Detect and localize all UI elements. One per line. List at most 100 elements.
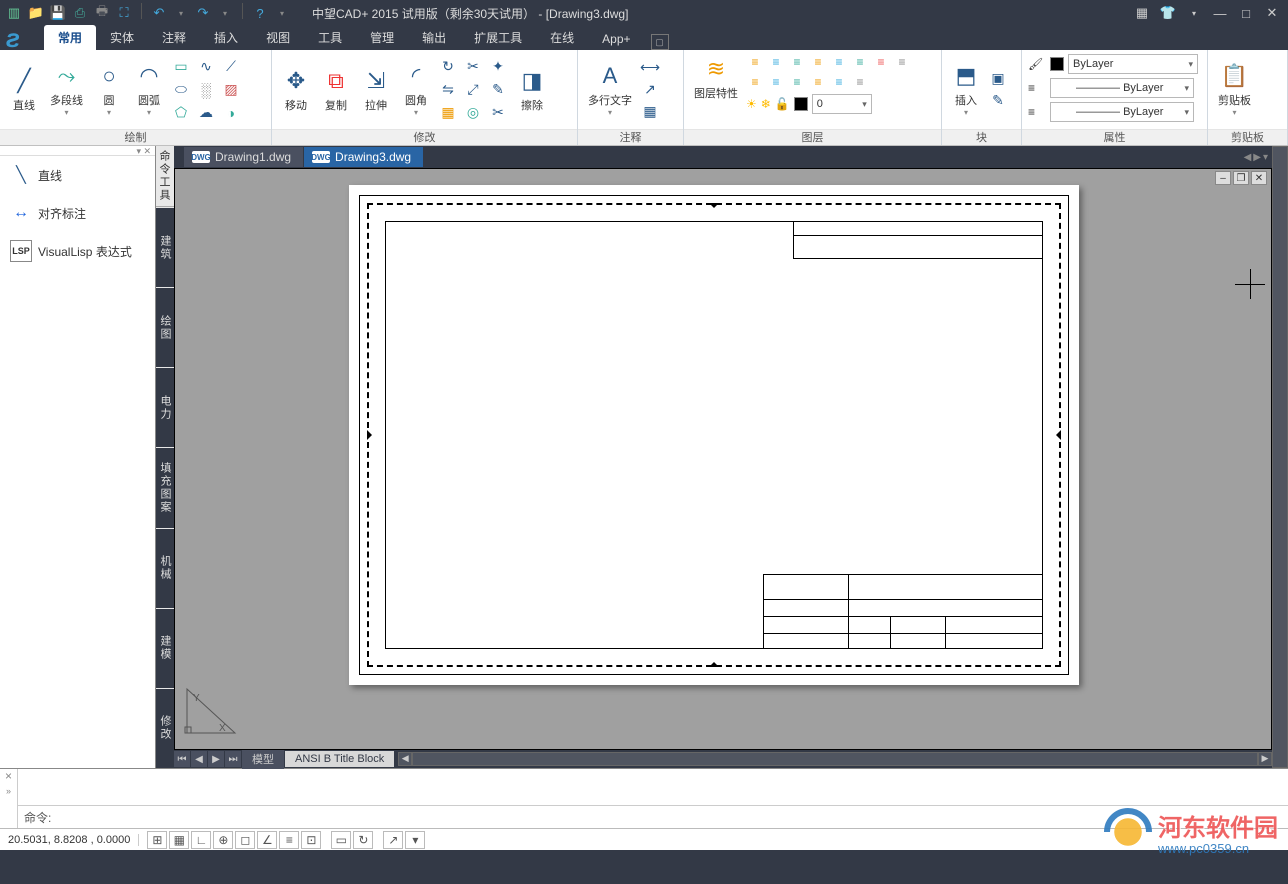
- snap-icon[interactable]: ⊞: [147, 831, 167, 849]
- rotate-icon[interactable]: ↻: [438, 57, 458, 77]
- command-prompt[interactable]: 命令:: [18, 806, 1288, 828]
- minimize-icon[interactable]: —: [1208, 3, 1232, 23]
- theme-icon[interactable]: 👕: [1156, 3, 1180, 23]
- tab-manage[interactable]: 管理: [356, 25, 408, 50]
- open-icon[interactable]: 📁: [26, 3, 46, 23]
- line-button[interactable]: ╱直线: [6, 65, 42, 115]
- hscrollbar[interactable]: [412, 752, 1258, 766]
- fillet-button[interactable]: ◜圆角▾: [398, 60, 434, 119]
- hatch-icon[interactable]: ▨: [221, 80, 241, 100]
- saveall-icon[interactable]: ⎙: [70, 3, 90, 23]
- maximize-icon[interactable]: □: [1234, 3, 1258, 23]
- table-icon[interactable]: ▦: [640, 102, 660, 122]
- undo-drop-icon[interactable]: ▾: [171, 3, 191, 23]
- pane-close-icon[interactable]: ▾ ✕: [136, 146, 151, 155]
- osnap-icon[interactable]: ◻: [235, 831, 255, 849]
- tool-palette-header[interactable]: 命令工具: [156, 146, 174, 207]
- trim-icon[interactable]: ✂: [463, 57, 483, 77]
- otrack-icon[interactable]: ∠: [257, 831, 277, 849]
- theme-drop-icon[interactable]: ▾: [1182, 3, 1206, 23]
- help-drop-icon[interactable]: ▾: [272, 3, 292, 23]
- lweight-select[interactable]: ———— ByLayer▾: [1050, 102, 1194, 122]
- copy-button[interactable]: ⧉复制: [318, 65, 354, 115]
- l2-icon[interactable]: ≡: [767, 53, 785, 71]
- lock-icon[interactable]: 🔓: [775, 97, 790, 111]
- l9-icon[interactable]: ≡: [746, 73, 764, 91]
- tg-mech[interactable]: 机械: [156, 529, 174, 608]
- layerprops-button[interactable]: ≋图层特性: [690, 53, 742, 103]
- tab-online[interactable]: 在线: [536, 25, 588, 50]
- help-icon[interactable]: ?: [250, 3, 270, 23]
- offset-icon[interactable]: ◎: [463, 103, 483, 123]
- tabnav-left-icon[interactable]: ◀: [1244, 152, 1252, 163]
- cmd-close-icon[interactable]: ×»: [0, 769, 18, 828]
- tabnav-right-icon[interactable]: ▶: [1253, 152, 1261, 163]
- layout-model[interactable]: 模型: [242, 749, 284, 769]
- tab-insert[interactable]: 插入: [200, 25, 252, 50]
- redo-icon[interactable]: ↷: [193, 3, 213, 23]
- l13-icon[interactable]: ≡: [830, 73, 848, 91]
- circle-button[interactable]: ○圆▾: [91, 60, 127, 119]
- dim-icon[interactable]: ⟷: [640, 58, 660, 78]
- tab-solid[interactable]: 实体: [96, 25, 148, 50]
- mdi-min-icon[interactable]: –: [1215, 171, 1231, 185]
- left-line-item[interactable]: ╲直线: [0, 156, 155, 194]
- tg-arch[interactable]: 建筑: [156, 208, 174, 287]
- tab-output[interactable]: 输出: [408, 25, 460, 50]
- revcloud-icon[interactable]: ☁: [196, 103, 216, 123]
- l4-icon[interactable]: ≡: [809, 53, 827, 71]
- break-icon[interactable]: ✂: [488, 103, 508, 123]
- tg-hatch[interactable]: 填充图案: [156, 448, 174, 527]
- freeze-icon[interactable]: ❄: [761, 97, 771, 111]
- rect-icon[interactable]: ▭: [171, 57, 191, 77]
- tg-draw[interactable]: 绘图: [156, 288, 174, 367]
- point-icon[interactable]: ░: [196, 80, 216, 100]
- save-icon[interactable]: 💾: [48, 3, 68, 23]
- ltype-select[interactable]: ———— ByLayer▾: [1050, 78, 1194, 98]
- cycle-icon[interactable]: ↻: [353, 831, 373, 849]
- tg-elec[interactable]: 电力: [156, 368, 174, 447]
- viewport[interactable]: – ❐ ✕ YX: [174, 168, 1272, 750]
- mdi-restore-icon[interactable]: ❐: [1233, 171, 1249, 185]
- doctab-2[interactable]: DWGDrawing3.dwg: [304, 147, 423, 167]
- l7-icon[interactable]: ≡: [872, 53, 890, 71]
- array-icon[interactable]: ▦: [438, 103, 458, 123]
- polar-icon[interactable]: ⊕: [213, 831, 233, 849]
- ribbon-collapse-icon[interactable]: ▢: [651, 34, 669, 50]
- command-history[interactable]: [18, 769, 1288, 806]
- vscrollbar[interactable]: [1272, 146, 1288, 768]
- l12-icon[interactable]: ≡: [809, 73, 827, 91]
- workspace-icon[interactable]: ▦: [1130, 3, 1154, 23]
- grid-icon[interactable]: ▦: [169, 831, 189, 849]
- tab-app[interactable]: App+: [588, 28, 644, 50]
- plot-icon[interactable]: ⛶: [114, 3, 134, 23]
- lt-prev-icon[interactable]: ◀: [191, 751, 207, 767]
- hscroll-right-icon[interactable]: ▶: [1258, 752, 1272, 766]
- ortho-icon[interactable]: ∟: [191, 831, 211, 849]
- stretch-button[interactable]: ⇲拉伸: [358, 65, 394, 115]
- doctab-1[interactable]: DWGDrawing1.dwg: [184, 147, 303, 167]
- xline-icon[interactable]: ⟋: [221, 57, 241, 77]
- create-block-icon[interactable]: ▣: [988, 69, 1008, 89]
- app-logo-icon[interactable]: г: [6, 23, 20, 54]
- tab-annotate[interactable]: 注释: [148, 25, 200, 50]
- layer-select[interactable]: 0▾: [812, 94, 872, 114]
- l1-icon[interactable]: ≡: [746, 53, 764, 71]
- scale-icon[interactable]: ⤢: [463, 80, 483, 100]
- spline-icon[interactable]: ∿: [196, 57, 216, 77]
- lt-first-icon[interactable]: ⏮: [174, 751, 190, 767]
- hscroll-left-icon[interactable]: ◀: [398, 752, 412, 766]
- ellipse-icon[interactable]: ⬭: [171, 80, 191, 100]
- bulb-icon[interactable]: ☀: [746, 97, 757, 111]
- arc-button[interactable]: ◠圆弧▾: [131, 60, 167, 119]
- l3-icon[interactable]: ≡: [788, 53, 806, 71]
- undo-icon[interactable]: ↶: [149, 3, 169, 23]
- lwt-icon[interactable]: ≡: [279, 831, 299, 849]
- mirror-icon[interactable]: ⇋: [438, 80, 458, 100]
- left-dim-item[interactable]: ↔对齐标注: [0, 194, 155, 232]
- color-select[interactable]: ByLayer▾: [1068, 54, 1198, 74]
- lw-icon[interactable]: ≡: [1028, 105, 1046, 119]
- l14-icon[interactable]: ≡: [851, 73, 869, 91]
- layout-ansi[interactable]: ANSI B Title Block: [285, 751, 394, 767]
- explode-icon[interactable]: ✦: [488, 57, 508, 77]
